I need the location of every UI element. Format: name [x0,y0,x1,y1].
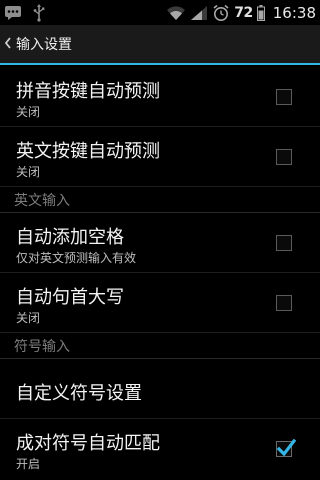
checkmark-icon [276,438,296,457]
action-bar: 输入设置 [0,25,320,65]
setting-title: 成对符号自动匹配 [16,433,160,454]
setting-summary: 关闭 [16,311,41,325]
section-header-symbol: 符号输入 [0,333,320,359]
settings-list: 拼音按键自动预测 关闭 英文按键自动预测 关闭 英文输入 自动添加空格 仅对英文… [0,67,320,479]
setting-pair-symbol-match[interactable]: 成对符号自动匹配 开启 [0,419,320,479]
battery-icon [256,4,265,21]
setting-summary: 关闭 [16,165,41,179]
setting-english-predict[interactable]: 英文按键自动预测 关闭 [0,127,320,187]
setting-title: 拼音按键自动预测 [16,81,160,102]
page-title: 输入设置 [16,37,72,53]
setting-pinyin-predict[interactable]: 拼音按键自动预测 关闭 [0,67,320,127]
status-bar: 72 16:38 [0,0,320,25]
setting-title: 英文按键自动预测 [16,141,160,162]
setting-auto-space[interactable]: 自动添加空格 仅对英文预测输入有效 [0,213,320,273]
battery-level: 72 [234,4,253,21]
section-header-english: 英文输入 [0,187,320,213]
setting-title: 自动句首大写 [16,287,124,308]
setting-summary: 仅对英文预测输入有效 [16,251,137,265]
section-label: 符号输入 [14,339,70,355]
english-predict-checkbox[interactable] [276,149,292,165]
setting-title: 自定义符号设置 [16,383,142,404]
setting-summary: 关闭 [16,105,41,119]
pinyin-predict-checkbox[interactable] [276,89,292,105]
setting-summary: 开启 [16,457,41,471]
clock: 16:38 [272,3,316,22]
setting-title: 自动添加空格 [16,227,124,248]
wifi-icon [166,5,186,21]
auto-capitalize-checkbox[interactable] [276,295,292,311]
chat-icon [4,5,22,21]
alarm-icon [212,4,230,22]
usb-icon [32,3,46,22]
section-label: 英文输入 [14,193,70,209]
chevron-left-icon [4,36,12,52]
back-button[interactable]: 输入设置 [0,25,78,63]
signal-icon [190,5,208,21]
auto-space-checkbox[interactable] [276,235,292,251]
pair-symbol-match-checkbox[interactable] [276,438,296,457]
setting-auto-capitalize[interactable]: 自动句首大写 关闭 [0,273,320,333]
setting-custom-symbols[interactable]: 自定义符号设置 [0,359,320,419]
